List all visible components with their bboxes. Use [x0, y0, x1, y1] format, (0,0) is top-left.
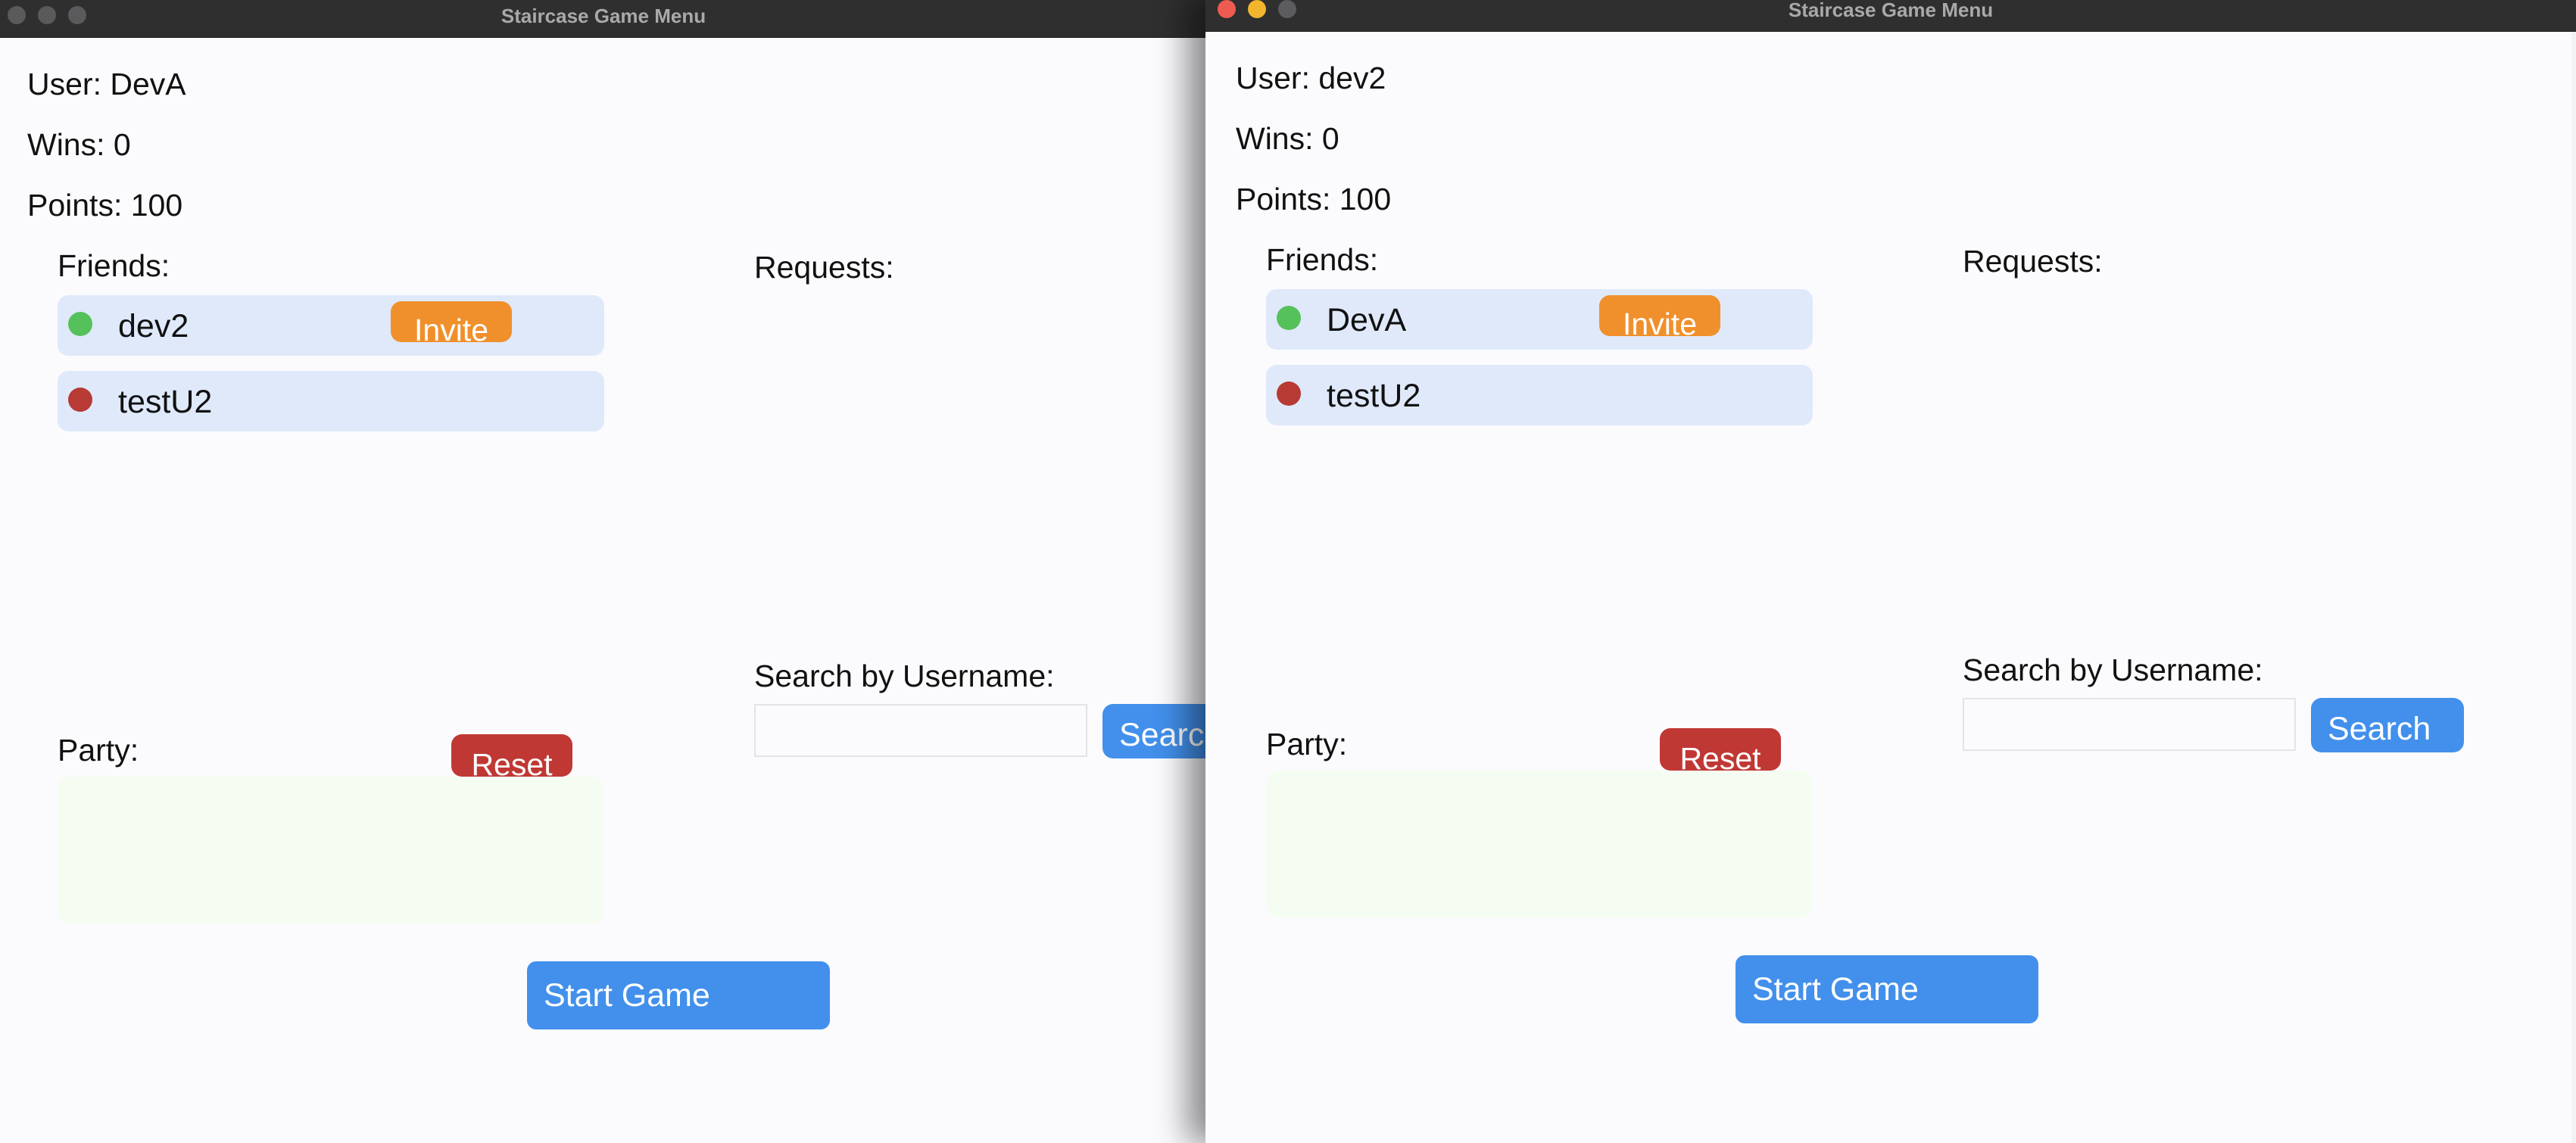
online-status-icon	[1277, 306, 1301, 330]
party-heading: Party:	[1266, 727, 1348, 761]
user-label: User: DevA	[27, 67, 186, 101]
reset-party-button[interactable]: Reset	[451, 734, 572, 777]
invite-button[interactable]: Invite	[1599, 295, 1720, 336]
requests-heading: Requests:	[754, 250, 894, 285]
friend-row[interactable]: testU2	[58, 371, 604, 431]
party-list	[1266, 771, 1813, 917]
invite-button[interactable]: Invite	[391, 301, 512, 342]
search-button[interactable]: Search	[1102, 704, 1207, 758]
start-game-button[interactable]: Start Game	[1736, 955, 2038, 1023]
requests-heading: Requests:	[1963, 244, 2103, 279]
wins-label: Wins: 0	[1236, 121, 1339, 156]
menu-content: User: dev2 Wins: 0 Points: 100 Friends: …	[1205, 32, 2576, 1143]
title-bar[interactable]: Staircase Game Menu	[0, 0, 1207, 38]
start-game-button[interactable]: Start Game	[527, 961, 830, 1029]
friend-row[interactable]: testU2	[1266, 365, 1813, 425]
menu-content: User: DevA Wins: 0 Points: 100 Friends: …	[0, 38, 1207, 1143]
wins-label: Wins: 0	[27, 127, 131, 162]
friend-name: DevA	[1327, 302, 1407, 338]
friend-name: testU2	[118, 384, 213, 420]
search-heading: Search by Username:	[754, 659, 1055, 693]
game-menu-window-left: Staircase Game Menu User: DevA Wins: 0 P…	[0, 0, 1207, 1143]
friends-heading: Friends:	[58, 248, 170, 283]
friend-name: testU2	[1327, 378, 1421, 414]
game-menu-window-right: Staircase Game Menu User: dev2 Wins: 0 P…	[1205, 0, 2576, 1143]
search-button[interactable]: Search	[2311, 698, 2464, 752]
party-heading: Party:	[58, 733, 139, 768]
friend-row[interactable]: DevA Invite	[1266, 289, 1813, 350]
search-heading: Search by Username:	[1963, 652, 2263, 687]
window-title: Staircase Game Menu	[501, 5, 706, 27]
search-username-input[interactable]	[754, 704, 1087, 757]
points-label: Points: 100	[1236, 182, 1392, 216]
user-label: User: dev2	[1236, 61, 1386, 95]
title-bar[interactable]: Staircase Game Menu	[1205, 0, 2576, 32]
friend-name: dev2	[118, 308, 189, 344]
search-username-input[interactable]	[1963, 698, 2296, 751]
offline-status-icon	[1277, 382, 1301, 406]
friend-row[interactable]: dev2 Invite	[58, 295, 604, 356]
online-status-icon	[68, 312, 92, 336]
reset-party-button[interactable]: Reset	[1660, 728, 1781, 771]
friends-heading: Friends:	[1266, 242, 1379, 277]
party-list	[58, 777, 604, 923]
window-title: Staircase Game Menu	[1788, 0, 1994, 21]
offline-status-icon	[68, 388, 92, 412]
points-label: Points: 100	[27, 188, 183, 223]
window-edge	[2571, 32, 2576, 1143]
